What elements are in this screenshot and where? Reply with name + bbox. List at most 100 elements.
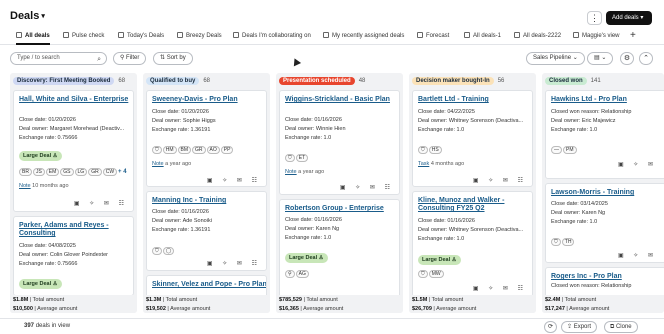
total-amount: $785,529 | Total amount: [279, 297, 338, 303]
owner-icon: —: [551, 146, 562, 154]
deal-card[interactable]: Manning Inc - Training Close date: 01/16…: [146, 191, 267, 271]
deal-card[interactable]: Hawkins Ltd - Pro Plan Closed won reason…: [545, 90, 664, 179]
card-action-icons[interactable]: ▣ ✧ ✉ ☷: [74, 200, 128, 207]
clone-button[interactable]: ⧉ Clone: [604, 321, 638, 333]
avatar[interactable]: HM: [162, 146, 177, 154]
deal-name-link[interactable]: Manning Inc - Training: [152, 197, 266, 205]
tab-all-deals-1[interactable]: All deals-1: [464, 32, 501, 45]
avatar[interactable]: BM: [177, 146, 192, 154]
deal-name-link[interactable]: Lawson-Morris - Training: [551, 189, 664, 197]
avatar[interactable]: JS: [32, 168, 45, 176]
large-deal-badge: Large Deal ♙: [285, 253, 328, 263]
deal-name-link[interactable]: Wiggins-Strickland - Basic Plan: [285, 96, 399, 104]
deal-card[interactable]: Bartlett Ltd - Training Close date: 04/2…: [412, 90, 533, 187]
avatar[interactable]: BR: [19, 168, 32, 176]
filter-button[interactable]: ⚲ Filter: [113, 52, 147, 65]
deal-card[interactable]: Kline, Munoz and Walker - Consulting FY2…: [412, 191, 533, 297]
tab-recently-assigned[interactable]: My recently assigned deals: [323, 32, 404, 45]
deal-card[interactable]: Lawson-Morris - Training Close date: 03/…: [545, 183, 664, 263]
activity-link[interactable]: Note: [285, 169, 297, 175]
avatar[interactable]: HS: [428, 146, 442, 154]
page-title[interactable]: Deals ▾: [10, 10, 45, 22]
avatar[interactable]: PM: [563, 146, 577, 154]
more-options-button[interactable]: ⋮: [587, 11, 602, 25]
deal-name-link[interactable]: Parker, Adams and Reyes - Consulting: [19, 222, 133, 238]
deal-card[interactable]: Parker, Adams and Reyes - Consulting Clo…: [13, 216, 134, 296]
avatar[interactable]: TH: [561, 238, 575, 246]
card-action-icons[interactable]: ▣ ✧ ✉ ☷: [340, 184, 394, 191]
avatar[interactable]: GS: [60, 168, 74, 176]
add-deals-button[interactable]: Add deals ▾: [606, 11, 652, 25]
deal-name-link[interactable]: Hall, White and Silva - Enterprise: [19, 96, 133, 104]
card-action-icons[interactable]: ▣ ✧ ✉: [618, 252, 657, 259]
close-date: Close date: 03/14/2025: [551, 201, 608, 207]
associated-contacts[interactable]: ⛉ TH: [551, 238, 575, 247]
sort-button[interactable]: ⇅ Sort by: [153, 52, 193, 65]
avatar[interactable]: AG: [295, 270, 309, 278]
view-toggle-button[interactable]: ▤ ⌄: [587, 52, 614, 65]
deal-card[interactable]: Wiggins-Strickland - Basic Plan Close da…: [279, 90, 400, 195]
tab-forecast[interactable]: Forecast: [417, 32, 449, 45]
avatar[interactable]: MW: [428, 270, 444, 278]
add-tab-button[interactable]: +: [630, 30, 636, 41]
associated-contacts[interactable]: ⚲ AG: [285, 270, 310, 279]
closed-won-reason: Closed won reason: Relationship: [551, 109, 632, 115]
chevron-down-icon[interactable]: ▾: [41, 13, 45, 20]
deal-name-link[interactable]: Sweeney-Davis - Pro Plan: [152, 96, 266, 104]
refresh-button[interactable]: ⟳: [544, 321, 558, 333]
more-contacts[interactable]: + 4: [118, 169, 127, 175]
deal-card[interactable]: Sweeney-Davis - Pro Plan Close date: 01/…: [146, 90, 267, 187]
avatar[interactable]: ET: [295, 154, 309, 162]
search-input[interactable]: Type / to search ⌕: [10, 52, 107, 65]
associated-contacts[interactable]: ⛉ HM BM GR AO PP: [152, 146, 234, 155]
deal-name-link[interactable]: Skinner, Velez and Pope - Pro Plan: [152, 281, 266, 289]
close-date: Close date: 01/16/2026: [418, 218, 475, 224]
deal-name-link[interactable]: Kline, Munoz and Walker - Consulting FY2…: [418, 197, 532, 213]
tab-all-deals[interactable]: All deals: [16, 32, 50, 45]
card-action-icons[interactable]: ▣ ✧ ✉ ☷: [207, 177, 261, 184]
deal-name-link[interactable]: Rogers Inc - Pro Plan: [551, 273, 664, 281]
card-action-icons[interactable]: ▣ ✧ ✉ ☷: [473, 285, 527, 292]
pipeline-select[interactable]: Sales Pipeline ⌄: [526, 52, 585, 65]
export-button[interactable]: ⇪ Export: [561, 321, 598, 333]
associated-contacts[interactable]: ⛉ ◯: [152, 247, 175, 256]
tab-pulse-check[interactable]: Pulse check: [63, 32, 104, 45]
tab-breezy-deals[interactable]: Breezy Deals: [177, 32, 222, 45]
view-icon: [323, 32, 329, 38]
deal-card[interactable]: Robertson Group - Enterprise Close date:…: [279, 199, 400, 299]
avatar[interactable]: GR: [88, 168, 102, 176]
deal-name-link[interactable]: Bartlett Ltd - Training: [418, 96, 532, 104]
deal-name-link[interactable]: Robertson Group - Enterprise: [285, 205, 399, 213]
exchange-rate: Exchange rate: 1.0: [551, 219, 598, 225]
activity-link[interactable]: Task: [418, 161, 429, 167]
activity-link[interactable]: Note: [19, 183, 31, 189]
avatar[interactable]: LG: [74, 168, 88, 176]
avatar[interactable]: PP: [220, 146, 234, 154]
deal-card[interactable]: Hall, White and Silva - Enterprise Close…: [13, 90, 134, 212]
activity-link[interactable]: Note: [152, 161, 164, 167]
avatar[interactable]: EM: [45, 168, 60, 176]
avatar[interactable]: AO: [206, 146, 220, 154]
associated-contacts[interactable]: ⛉ ET: [285, 154, 309, 163]
collapse-button[interactable]: ⌃: [639, 52, 653, 65]
deal-owner: Deal owner: Margaret Morehead (Deactiv..…: [19, 126, 125, 132]
avatar[interactable]: ◯: [162, 247, 175, 255]
associated-contacts[interactable]: BR JS EM GS LG GR CW + 4: [19, 168, 127, 177]
search-icon: ⌕: [97, 56, 101, 63]
avatar[interactable]: CW: [102, 168, 118, 176]
tab-maggies-view[interactable]: Maggie's view: [573, 32, 620, 45]
associated-contacts[interactable]: ⛉ MW: [418, 270, 445, 279]
column-header: Closed won 141: [545, 77, 601, 86]
settings-button[interactable]: ⚙: [620, 52, 634, 65]
card-action-icons[interactable]: ▣ ✧ ✉ ☷: [473, 177, 527, 184]
card-action-icons[interactable]: ▣ ✧ ✉ ☷: [207, 260, 261, 267]
deal-name-link[interactable]: Hawkins Ltd - Pro Plan: [551, 96, 664, 104]
avatar[interactable]: GR: [192, 146, 206, 154]
associated-contacts[interactable]: — PM: [551, 146, 578, 155]
tab-all-deals-2222[interactable]: All deals-2222: [514, 32, 561, 45]
card-action-icons[interactable]: ▣ ✧ ✉: [618, 161, 657, 168]
average-amount: $19,502 | Average amount: [146, 306, 211, 312]
associated-contacts[interactable]: ⛉ HS: [418, 146, 443, 155]
tab-collaborating[interactable]: Deals I'm collaborating on: [233, 32, 311, 45]
tab-todays-deals[interactable]: Today's Deals: [118, 32, 164, 45]
